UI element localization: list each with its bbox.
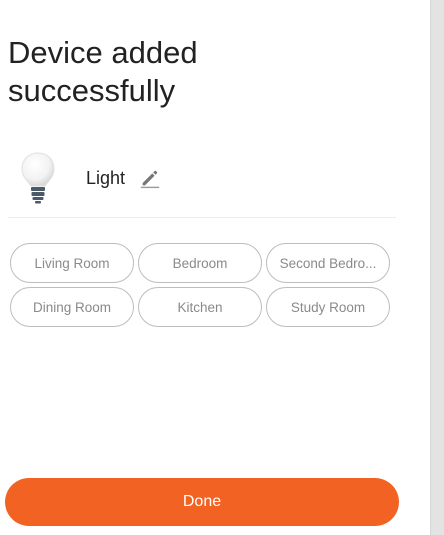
room-chip-second-bedroom[interactable]: Second Bedro... <box>266 243 390 283</box>
room-chip-dining-room[interactable]: Dining Room <box>10 287 134 327</box>
divider <box>8 217 396 218</box>
device-name: Light <box>86 167 126 188</box>
device-added-screen: Device added successfully Light Living R… <box>0 0 444 535</box>
light-bulb-icon <box>21 152 55 204</box>
side-panel <box>430 0 444 535</box>
page-title: Device added successfully <box>8 35 198 108</box>
done-button[interactable]: Done <box>5 478 399 526</box>
room-chip-living-room[interactable]: Living Room <box>10 243 134 283</box>
room-chip-kitchen[interactable]: Kitchen <box>138 287 262 327</box>
room-chip-list: Living Room Bedroom Second Bedro... Dini… <box>10 243 390 327</box>
room-chip-bedroom[interactable]: Bedroom <box>138 243 262 283</box>
device-row: Light <box>20 148 400 208</box>
pencil-icon[interactable] <box>139 167 161 189</box>
room-chip-study-room[interactable]: Study Room <box>266 287 390 327</box>
